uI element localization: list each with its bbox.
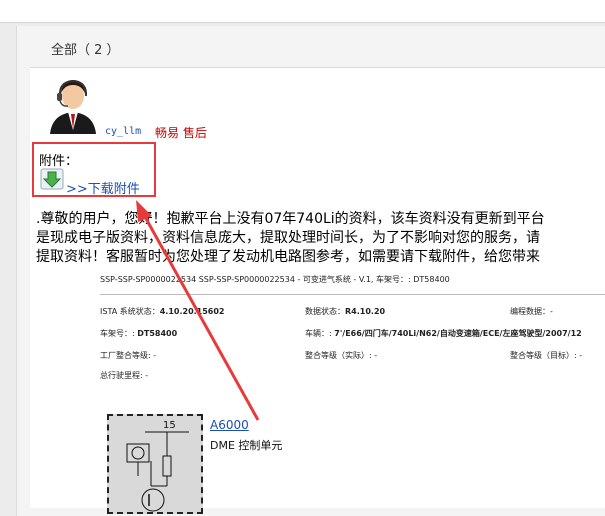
ista-value: 4.10.20.15602 <box>159 307 225 316</box>
reply-paragraph: .尊敬的用户，您好！抱歉平台上没有07年740Li的资料，该车资料没有更新到平台… <box>36 210 605 267</box>
ista-label: ISTA 系统状态： <box>100 307 160 316</box>
integration-actual: 整合等级（实际）: - <box>305 351 378 360</box>
data-status-value: R4.10.20 <box>345 307 386 316</box>
vin-label: 车架号：: <box>100 329 135 338</box>
tab-all[interactable]: 全部（ 2 ） <box>51 39 120 58</box>
programming-data: 编程数据：- <box>510 307 553 316</box>
paragraph-line: .尊敬的用户，您好！抱歉平台上没有07年740Li的资料，该车资料没有更新到平台 <box>36 211 545 227</box>
component-link[interactable]: A6000 <box>210 418 249 432</box>
circuit-diagram: 15 <box>107 414 203 514</box>
vehicle-label: 车辆：: <box>305 329 332 338</box>
pin-label: 15 <box>163 420 176 431</box>
user-role: 畅易 售后 <box>155 126 207 140</box>
paragraph-line: 提取资料！客服暂时为您处理了发动机电路图参考，如需要请下载附件，给您带来 <box>36 249 540 265</box>
component-name: DME 控制单元 <box>210 439 283 452</box>
paragraph-line: 是现成电子版资料，资料信息庞大，提取处理时间长，为了不影响对您的服务，请 <box>36 230 540 246</box>
data-status-label: 数据状态： <box>305 307 345 316</box>
vehicle-value: 7'/E66/四门车/740Li/N62/自动变速箱/ECE/左座驾驶型/200… <box>334 329 582 338</box>
doc-header: SSP-SSP-SP0000022534 SSP-SSP-SP000002253… <box>100 275 450 284</box>
username[interactable]: cy_llm <box>105 126 141 137</box>
download-attachment-link[interactable]: >>下载附件 <box>66 178 140 197</box>
user-avatar-icon <box>48 74 98 134</box>
attachment-label: 附件： <box>39 154 79 169</box>
factory-level: 工厂整合等级: - <box>100 351 157 360</box>
download-icon[interactable] <box>40 168 64 190</box>
vin-value: DT58400 <box>137 329 178 338</box>
integration-target: 整合等级（目标）: - <box>510 351 583 360</box>
mileage: 总行驶里程: - <box>100 371 149 380</box>
avatar[interactable] <box>48 74 98 134</box>
top-box <box>0 0 605 23</box>
